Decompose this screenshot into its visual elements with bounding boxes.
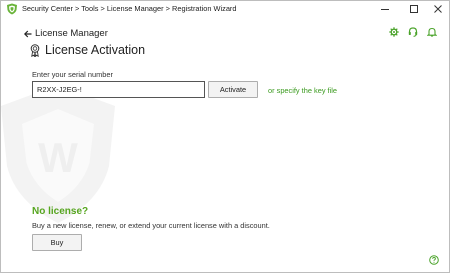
registration-wizard-window: W Security Center > Tools > License Mana… <box>0 0 450 273</box>
bell-icon[interactable] <box>427 27 437 37</box>
gear-icon[interactable] <box>389 27 399 37</box>
no-license-heading: No license? <box>32 206 89 217</box>
activate-button[interactable]: Activate <box>208 81 258 98</box>
arrow-left-icon <box>24 30 32 37</box>
award-ribbon-icon <box>30 43 40 57</box>
serial-number-input[interactable] <box>32 81 205 98</box>
shield-logo-icon <box>7 3 17 15</box>
buy-button[interactable]: Buy <box>32 234 82 251</box>
minimize-icon <box>381 9 389 10</box>
maximize-button[interactable] <box>401 1 427 17</box>
close-icon <box>434 5 442 13</box>
serial-number-label: Enter your serial number <box>32 70 113 79</box>
page-title: License Activation <box>30 43 145 57</box>
minimize-button[interactable] <box>372 1 398 17</box>
maximize-icon <box>410 5 418 13</box>
specify-key-file-link[interactable]: or specify the key file <box>268 86 337 95</box>
top-toolbar <box>389 27 437 37</box>
headset-icon[interactable] <box>408 27 418 37</box>
svg-text:W: W <box>38 134 78 181</box>
title-bar: Security Center > Tools > License Manage… <box>1 1 449 17</box>
window-title: Security Center > Tools > License Manage… <box>22 4 237 13</box>
back-to-license-manager-link[interactable]: License Manager <box>24 28 108 39</box>
no-license-description: Buy a new license, renew, or extend your… <box>32 221 270 230</box>
close-button[interactable] <box>425 1 449 17</box>
page-title-text: License Activation <box>45 43 146 57</box>
back-label: License Manager <box>35 28 108 39</box>
question-icon[interactable] <box>429 255 439 265</box>
